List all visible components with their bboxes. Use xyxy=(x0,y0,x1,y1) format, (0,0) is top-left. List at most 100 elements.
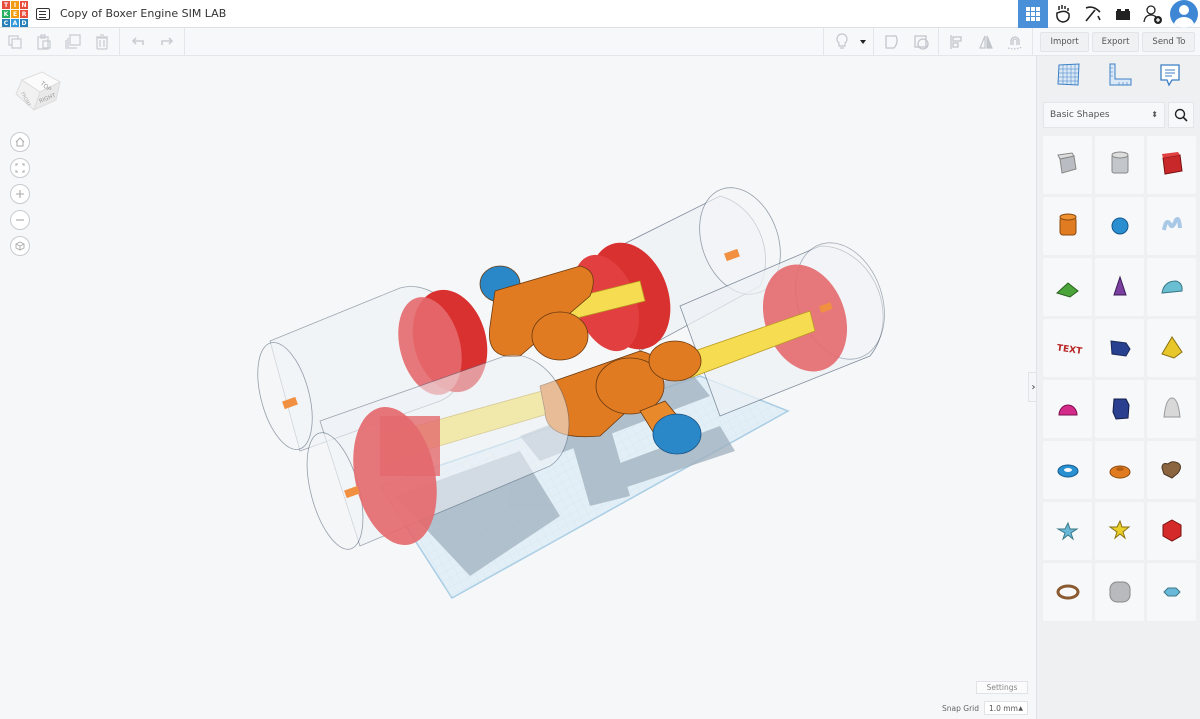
shape-thumbnail-icon xyxy=(1109,340,1131,357)
logo-letter: R xyxy=(20,10,28,18)
snap-grid-select[interactable]: 1.0 mm ▲ xyxy=(984,701,1028,715)
shape-roof[interactable] xyxy=(1043,258,1092,316)
ungroup-icon[interactable] xyxy=(906,28,935,56)
shape-heart[interactable] xyxy=(1147,441,1196,499)
workplane-icon[interactable] xyxy=(1056,62,1082,92)
edit-toolbar xyxy=(0,27,1036,56)
search-icon xyxy=(1174,108,1188,122)
cruise-magnet-icon[interactable] xyxy=(1000,28,1029,56)
toolbar-divider xyxy=(873,28,874,56)
shape-cone[interactable] xyxy=(1095,258,1144,316)
tinkercad-logo[interactable]: T I N K E R C A D xyxy=(1,0,28,27)
shape-tube[interactable] xyxy=(1095,441,1144,499)
logo-letter: D xyxy=(20,19,28,27)
shape-box-hole[interactable] xyxy=(1043,136,1092,194)
shape-polygon-prism[interactable] xyxy=(1095,380,1144,438)
shape-category-select[interactable]: Basic Shapes ⬍ xyxy=(1043,102,1165,128)
delete-icon[interactable] xyxy=(87,28,116,56)
shape-thumbnail-icon xyxy=(1161,217,1182,231)
3d-design-grid-icon[interactable] xyxy=(1018,0,1048,28)
codeblocks-hand-icon[interactable] xyxy=(1048,0,1078,28)
top-header: T I N K E R C A D Copy of Boxer Engine S… xyxy=(0,0,1200,28)
settings-button[interactable]: Settings xyxy=(976,681,1028,694)
tinkercad-app: T I N K E R C A D Copy of Boxer Engine S… xyxy=(0,0,1200,719)
redo-icon[interactable] xyxy=(152,28,181,56)
logo-letter: T xyxy=(2,1,10,9)
shape-ring[interactable] xyxy=(1043,563,1092,621)
shape-round-roof[interactable] xyxy=(1147,258,1196,316)
shape-thumbnail-icon xyxy=(1111,217,1128,235)
shape-pyramid[interactable] xyxy=(1147,319,1196,377)
shape-thumbnail-icon xyxy=(1057,464,1078,478)
shape-thumbnail-icon xyxy=(1160,280,1183,294)
toolbar-divider xyxy=(119,27,120,56)
shape-torus[interactable] xyxy=(1043,441,1092,499)
logo-letter: I xyxy=(11,1,19,9)
send-to-button[interactable]: Send To xyxy=(1142,31,1196,52)
toolbar-divider xyxy=(938,28,939,56)
shape-thumbnail-icon xyxy=(1056,584,1079,600)
export-button[interactable]: Export xyxy=(1091,31,1140,52)
align-icon[interactable] xyxy=(942,28,971,56)
undo-icon[interactable] xyxy=(123,28,152,56)
shape-thumbnail-icon xyxy=(1055,521,1079,541)
workplane-canvas[interactable]: TOP FRONT RIGHT Settings Snap Grid 1.0 m… xyxy=(0,56,1036,719)
search-button[interactable] xyxy=(1168,102,1194,128)
logo-letter: A xyxy=(11,19,19,27)
shape-thumbnail-icon xyxy=(1057,404,1078,416)
dropdown-caret-icon[interactable] xyxy=(856,28,870,56)
shape-cylinder-hole[interactable] xyxy=(1095,136,1144,194)
shapes-grid: TEXT xyxy=(1043,136,1200,621)
user-avatar[interactable] xyxy=(1170,0,1198,28)
group-icon[interactable] xyxy=(877,28,906,56)
shape-gem[interactable] xyxy=(1147,563,1196,621)
design-list-icon[interactable] xyxy=(36,7,50,20)
shape-thumbnail-icon xyxy=(1111,151,1128,174)
shape-star-yellow[interactable] xyxy=(1095,502,1144,560)
shapes-panel: Basic Shapes ⬍ TEXT xyxy=(1036,56,1200,719)
toolbar-divider xyxy=(184,27,185,56)
notes-bulb-icon[interactable] xyxy=(827,28,856,56)
copy-icon[interactable] xyxy=(0,28,29,56)
logo-letter: C xyxy=(2,19,10,27)
ruler-icon[interactable] xyxy=(1107,62,1133,92)
shape-thumbnail-icon xyxy=(1059,213,1076,236)
shape-half-sphere[interactable] xyxy=(1043,380,1092,438)
shape-thumbnail-icon: TEXT xyxy=(1056,343,1083,357)
shape-scribble[interactable] xyxy=(1147,197,1196,255)
toolbar-divider xyxy=(1032,28,1033,56)
shape-box[interactable] xyxy=(1147,136,1196,194)
mirror-icon[interactable] xyxy=(971,28,1000,56)
notes-icon[interactable] xyxy=(1158,62,1182,92)
shape-thumbnail-icon xyxy=(1055,282,1079,298)
duplicate-icon[interactable] xyxy=(58,28,87,56)
shape-thumbnail-icon xyxy=(1109,581,1130,603)
svg-text:TEXT: TEXT xyxy=(1056,343,1083,357)
toolbar-right xyxy=(820,28,1036,56)
shape-star[interactable] xyxy=(1043,502,1092,560)
shape-rounded-box[interactable] xyxy=(1095,563,1144,621)
shape-icosahedron[interactable] xyxy=(1147,502,1196,560)
shape-cylinder[interactable] xyxy=(1043,197,1092,255)
shape-thumbnail-icon xyxy=(1109,465,1130,479)
logo-letter: E xyxy=(11,10,19,18)
import-button[interactable]: Import xyxy=(1040,31,1089,52)
export-actions: Import Export Send To xyxy=(1036,28,1200,56)
shape-thumbnail-icon xyxy=(1112,275,1127,296)
shape-category-value: Basic Shapes xyxy=(1050,110,1110,120)
shape-text[interactable]: TEXT xyxy=(1043,319,1092,377)
caret-up-icon: ▲ xyxy=(1018,704,1023,712)
shape-polygon[interactable] xyxy=(1095,319,1144,377)
snap-grid-value: 1.0 mm xyxy=(989,703,1018,713)
engine-model[interactable] xyxy=(0,56,1036,719)
paste-icon[interactable] xyxy=(29,28,58,56)
lego-brick-icon[interactable] xyxy=(1108,0,1138,28)
shape-sphere[interactable] xyxy=(1095,197,1144,255)
minecraft-pickaxe-icon[interactable] xyxy=(1078,0,1108,28)
shape-thumbnail-icon xyxy=(1107,519,1130,540)
add-user-icon[interactable] xyxy=(1138,0,1168,28)
document-title[interactable]: Copy of Boxer Engine SIM LAB xyxy=(60,7,226,20)
shape-paraboloid[interactable] xyxy=(1147,380,1196,438)
panel-tabs xyxy=(1037,56,1200,98)
toolbar-divider xyxy=(823,28,824,56)
